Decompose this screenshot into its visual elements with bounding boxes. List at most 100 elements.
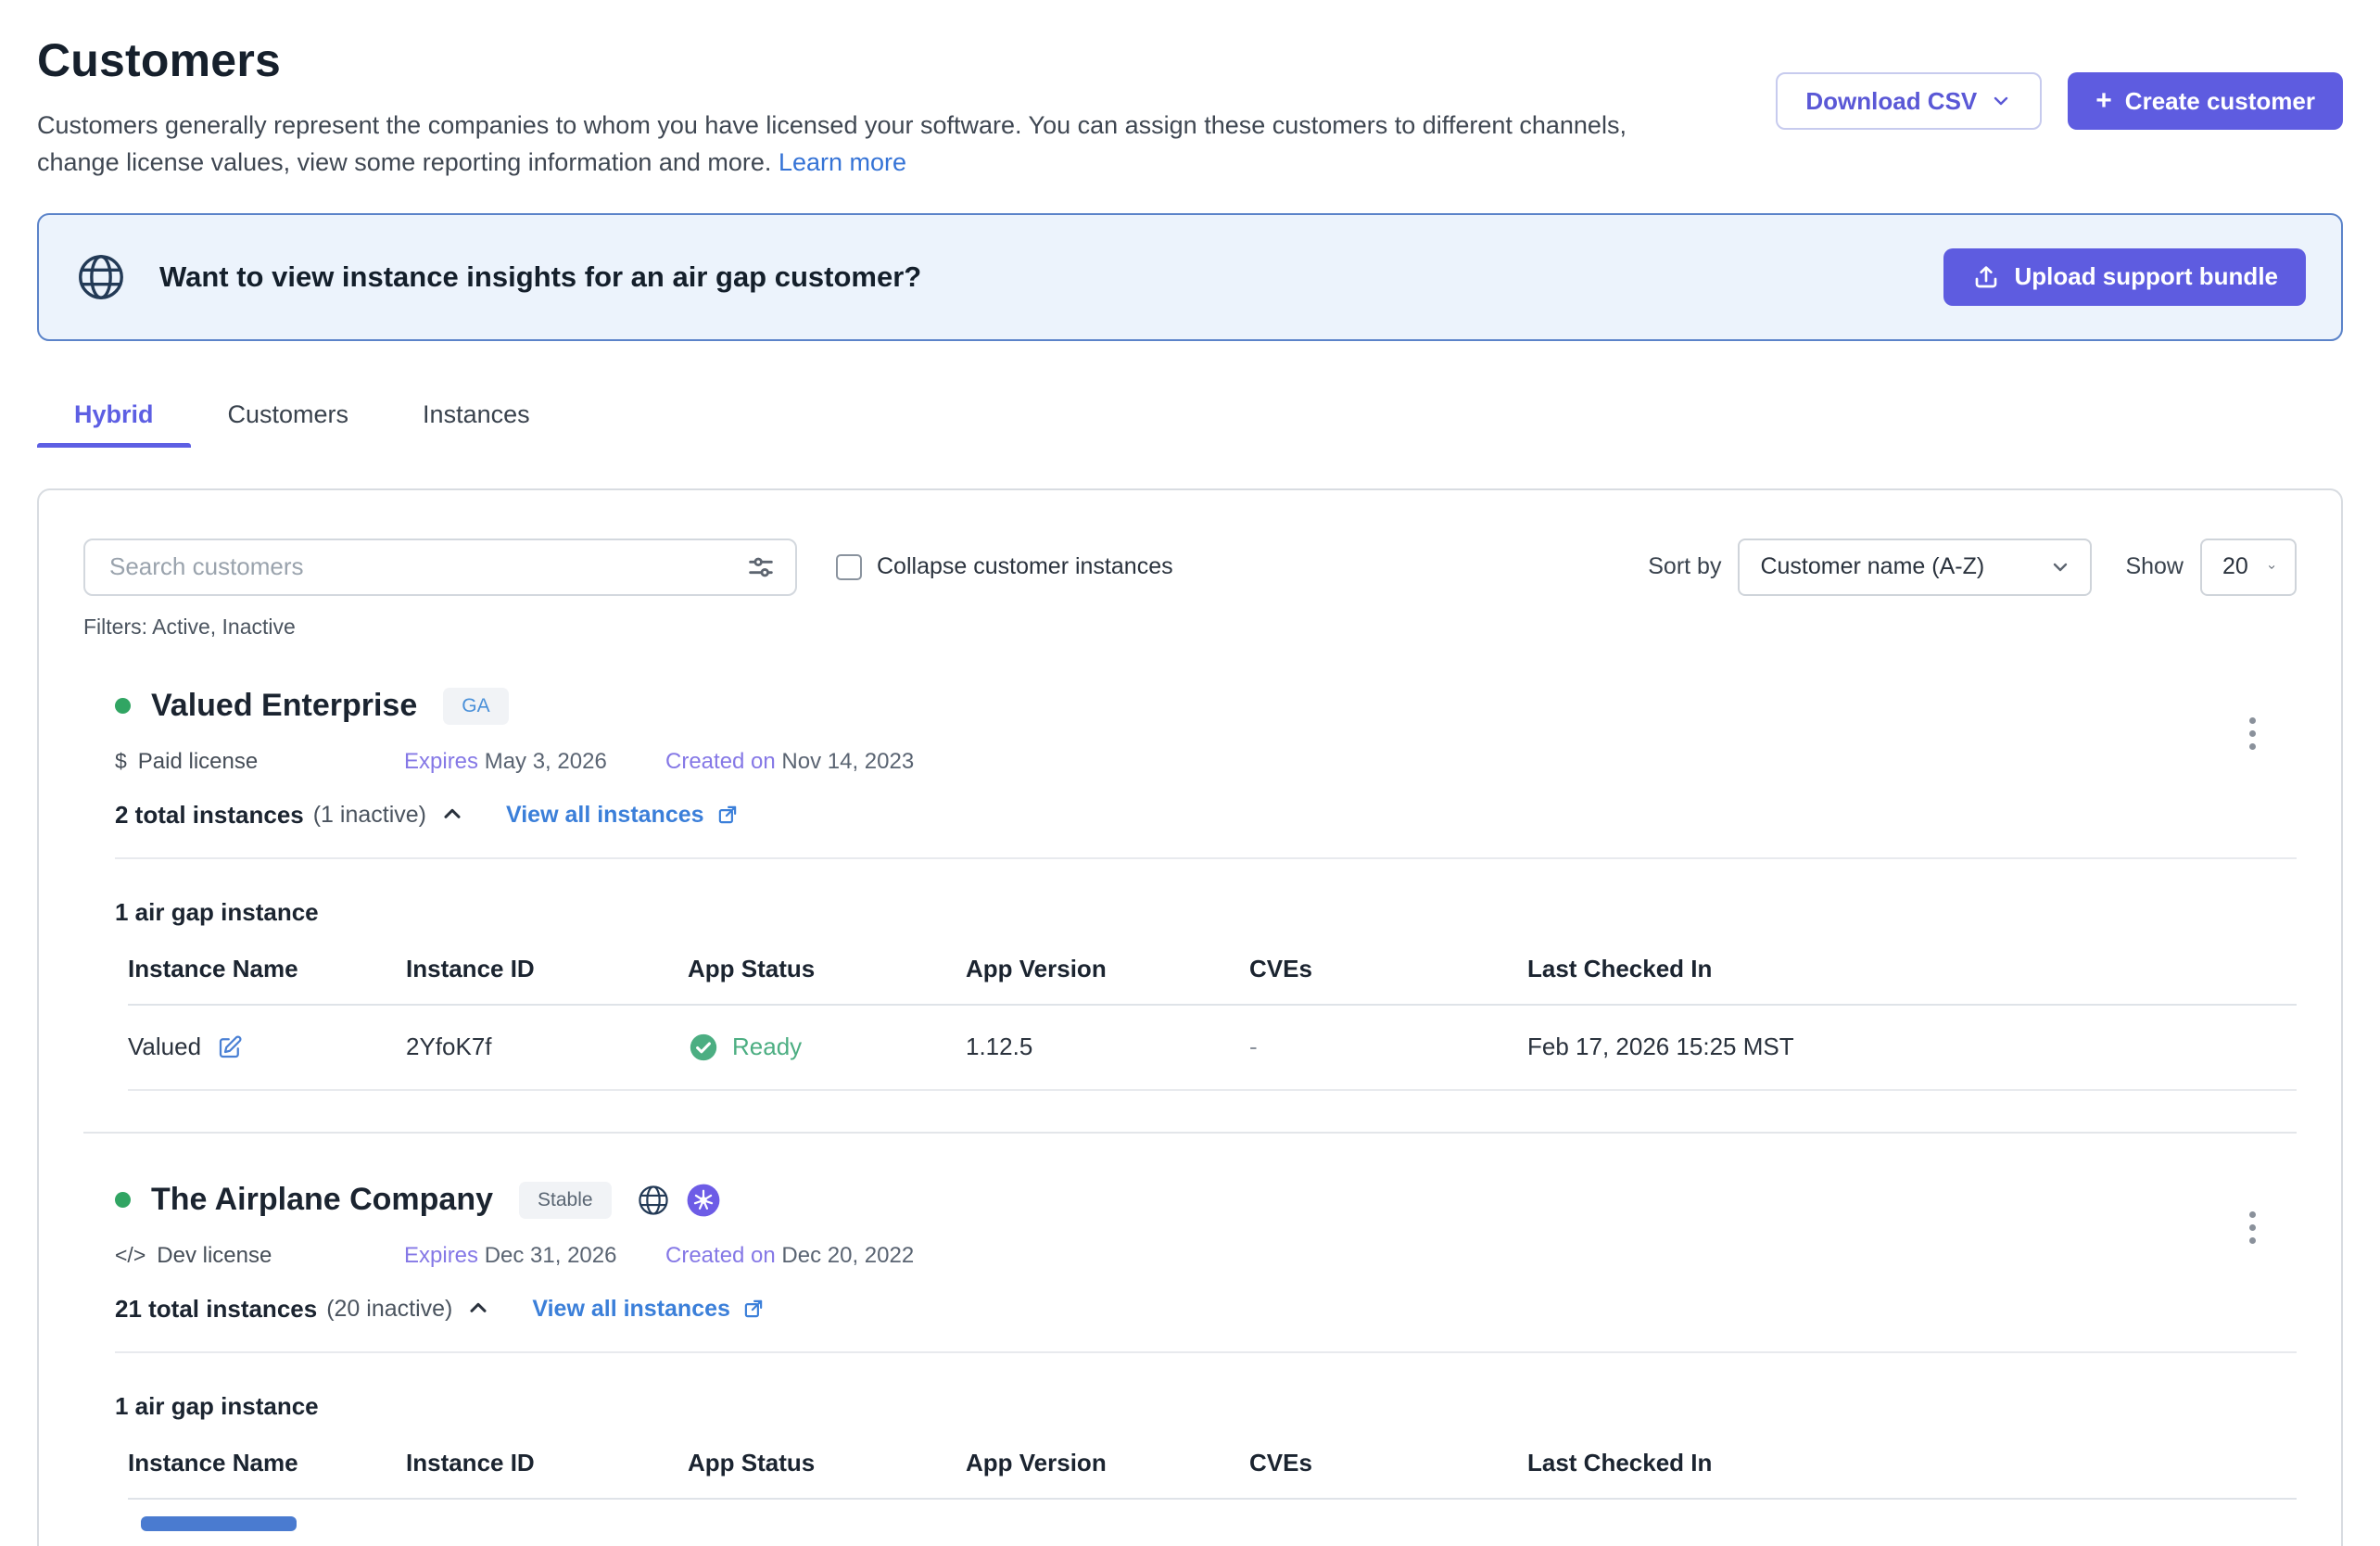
upload-icon [1971,262,2001,292]
customers-page: Customers Customers generally represent … [0,0,2380,1546]
kebab-menu-icon[interactable] [2234,710,2271,758]
divider [115,857,2297,859]
col-last-checked-in: Last Checked In [1527,955,2297,983]
total-instances: 21 total instances [115,1295,317,1324]
app-status: Ready [732,1033,802,1061]
page-description: Customers generally represent the compan… [37,108,1696,182]
col-cves: CVEs [1249,955,1527,983]
install-type-icons [636,1183,721,1218]
tab-instances[interactable]: Instances [386,386,567,448]
filters-note: Filters: Active, Inactive [83,615,2297,640]
banner-title: Want to view instance insights for an ai… [159,260,921,294]
search-wrap [83,539,797,596]
customers-card: Collapse customer instances Sort by Cust… [37,488,2343,1546]
license-label: Paid license [138,749,258,775]
create-customer-button[interactable]: + Create customer [2068,72,2343,130]
col-instance-id: Instance ID [406,955,688,983]
upload-support-bundle-button[interactable]: Upload support bundle [1943,248,2306,306]
upload-support-bundle-label: Upload support bundle [2014,262,2278,291]
table-row: Valued 2YfoK7f Ready 1.12.5 - Feb 17, 20… [128,1006,2297,1091]
license-type: </> Dev license [115,1243,404,1269]
chevron-down-icon [2267,556,2276,578]
collapse-checkbox[interactable] [836,554,862,580]
edit-icon[interactable] [216,1033,244,1061]
cves-value: - [1249,1033,1527,1061]
col-app-status: App Status [688,955,966,983]
inactive-instances: (20 inactive) [326,1296,452,1323]
table-header-row: Instance Name Instance ID App Status App… [128,955,2297,1006]
col-app-version: App Version [966,1449,1249,1477]
instances-row: 2 total instances (1 inactive) View all … [115,801,2297,830]
expires-value: May 3, 2026 [485,749,607,774]
channel-badge: Stable [519,1182,612,1219]
tab-bar: Hybrid Customers Instances [37,386,2343,448]
total-instances: 2 total instances [115,801,304,830]
airgap-banner: Want to view instance insights for an ai… [37,213,2343,341]
learn-more-link[interactable]: Learn more [779,148,906,176]
page-title: Customers [37,33,1696,87]
download-csv-button[interactable]: Download CSV [1776,72,2042,130]
tab-hybrid[interactable]: Hybrid [37,386,191,448]
show-label: Show [2125,553,2184,580]
instance-name: Valued [128,1033,201,1061]
collapse-label: Collapse customer instances [877,553,1173,580]
license-type: $ Paid license [115,749,404,775]
instances-table: Instance Name Instance ID App Status App… [128,1449,2297,1531]
customer-valued-enterprise: Valued Enterprise GA $ Paid license Expi… [83,688,2297,1091]
expires-pair: Expires Dec 31, 2026 [404,1243,665,1269]
kebab-menu-icon[interactable] [2234,1204,2271,1252]
sort-by-label: Sort by [1648,553,1721,580]
col-app-status: App Status [688,1449,966,1477]
customer-the-airplane-company: The Airplane Company Stable [83,1182,2297,1531]
tab-customers[interactable]: Customers [191,386,386,448]
instance-name-cell: Valued [128,1033,406,1061]
customer-separator [83,1132,2297,1134]
collapse-caret-icon[interactable] [465,1296,491,1322]
collapse-group: Collapse customer instances [836,553,1173,580]
inactive-instances: (1 inactive) [313,802,426,829]
created-value: Nov 14, 2023 [781,749,914,774]
created-pair: Created on Dec 20, 2022 [665,1243,914,1269]
col-app-version: App Version [966,955,1249,983]
customer-header: Valued Enterprise GA [115,688,2297,725]
expires-pair: Expires May 3, 2026 [404,749,665,775]
license-label: Dev license [157,1243,272,1269]
airgap-globe-icon [636,1183,671,1218]
customer-name[interactable]: Valued Enterprise [151,688,417,724]
created-label: Created on [665,1243,776,1268]
table-header-row: Instance Name Instance ID App Status App… [128,1449,2297,1500]
show-group: Show 20 [2125,539,2297,596]
page-header: Customers Customers generally represent … [37,33,2343,182]
chevron-down-icon [2049,556,2071,578]
collapse-caret-icon[interactable] [439,802,465,828]
sort-select[interactable]: Customer name (A-Z) [1738,539,2092,596]
plus-icon: + [2095,85,2112,117]
app-version: 1.12.5 [966,1033,1249,1061]
col-cves: CVEs [1249,1449,1527,1477]
expires-label: Expires [404,1243,478,1268]
view-all-instances-link[interactable]: View all instances [532,1296,766,1323]
col-instance-id: Instance ID [406,1449,688,1477]
channel-badge: GA [443,688,508,725]
view-all-instances-link[interactable]: View all instances [506,802,740,829]
kubernetes-icon [686,1183,721,1218]
sort-select-value: Customer name (A-Z) [1760,553,1984,580]
customer-meta-row: $ Paid license Expires May 3, 2026 Creat… [115,749,2297,775]
create-customer-label: Create customer [2125,87,2315,116]
search-input[interactable] [83,539,797,596]
customer-name[interactable]: The Airplane Company [151,1182,493,1218]
header-actions: Download CSV + Create customer [1776,72,2343,130]
instance-id: 2YfoK7f [406,1033,688,1061]
filter-icon[interactable] [745,551,777,583]
download-csv-label: Download CSV [1805,87,1977,116]
ready-check-icon [688,1032,719,1063]
show-select-value: 20 [2222,553,2248,580]
show-select[interactable]: 20 [2200,539,2297,596]
view-all-label: View all instances [532,1296,730,1323]
airgap-section-title: 1 air gap instance [115,1392,2297,1421]
paid-license-icon: $ [115,749,127,774]
col-last-checked-in: Last Checked In [1527,1449,2297,1477]
external-link-icon [715,803,740,827]
created-label: Created on [665,749,776,774]
expires-label: Expires [404,749,478,774]
